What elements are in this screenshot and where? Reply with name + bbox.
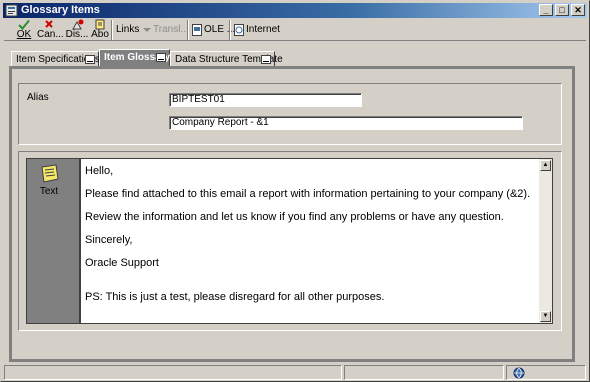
media-object-panel: Text — [27, 159, 81, 323]
maximize-button[interactable]: □ — [555, 4, 569, 16]
tab-item-glossary[interactable]: Item Glossary — [99, 49, 170, 67]
ok-label: OK — [16, 29, 32, 40]
tab-minimize-icon — [156, 53, 166, 62]
text-item-label: Text — [39, 186, 59, 197]
links-menu[interactable]: Links — [116, 23, 139, 37]
text-line — [85, 280, 539, 281]
translate-menu[interactable]: Transl... — [153, 23, 189, 37]
text-line: PS: This is just a test, please disregar… — [85, 291, 385, 303]
text-note-icon[interactable] — [39, 163, 61, 185]
ole-icon — [192, 24, 202, 36]
globe-icon — [513, 367, 525, 379]
alias-label: Alias — [27, 92, 49, 103]
alias-input[interactable]: BIPTEST01 — [169, 93, 362, 107]
ok-button[interactable]: OK — [14, 19, 34, 41]
internet-icon — [234, 24, 244, 36]
text-line: Sincerely, — [85, 234, 133, 246]
scroll-up-icon[interactable]: ▲ — [540, 160, 551, 171]
text-line: Oracle Support — [85, 257, 159, 269]
minimize-button[interactable]: _ — [539, 4, 553, 16]
tab-item-specifications[interactable]: Item Specifications — [11, 51, 100, 67]
internet-menu[interactable]: Internet — [246, 23, 280, 37]
window-title: Glossary Items — [21, 4, 100, 16]
toolbar-separator — [111, 20, 113, 40]
glossary-items-window: Glossary Items _ □ ✕ OK Can... Dis... Ab… — [0, 0, 590, 382]
vertical-scrollbar[interactable]: ▲ ▼ — [539, 159, 552, 323]
tab-minimize-icon — [261, 55, 271, 64]
toolbar: OK Can... Dis... Abo Links Transl... OLE… — [4, 19, 586, 41]
text-line: Review the information and let us know i… — [85, 211, 504, 223]
about-button[interactable]: Abo — [91, 19, 109, 41]
about-label: Abo — [91, 29, 109, 40]
status-panel — [506, 365, 586, 380]
toolbar-separator — [187, 20, 189, 40]
cancel-button[interactable]: Can... — [37, 19, 64, 41]
scroll-down-icon[interactable]: ▼ — [540, 311, 551, 322]
display-label: Dis... — [65, 29, 89, 40]
window-app-icon — [5, 4, 18, 17]
status-panel — [4, 365, 342, 380]
glossary-editor: Text Hello, Please find attached to this… — [26, 158, 553, 324]
tab-minimize-icon — [85, 55, 95, 64]
cancel-label: Can... — [37, 29, 64, 40]
dropdown-arrow-icon — [143, 28, 151, 32]
title-bar: Glossary Items _ □ ✕ — [3, 3, 587, 18]
text-line: Hello, — [85, 165, 114, 177]
status-bar — [4, 365, 586, 380]
text-line: Please find attached to this email a rep… — [85, 188, 531, 200]
status-panel — [344, 365, 504, 380]
display-button[interactable]: Dis... — [64, 19, 90, 41]
description-input[interactable]: Company Report - &1 — [169, 116, 523, 130]
tab-data-structure-template[interactable]: Data Structure Template — [170, 51, 283, 67]
glossary-text-area[interactable]: Hello, Please find attached to this emai… — [83, 159, 539, 323]
close-button[interactable]: ✕ — [571, 4, 585, 16]
toolbar-separator — [229, 20, 231, 40]
